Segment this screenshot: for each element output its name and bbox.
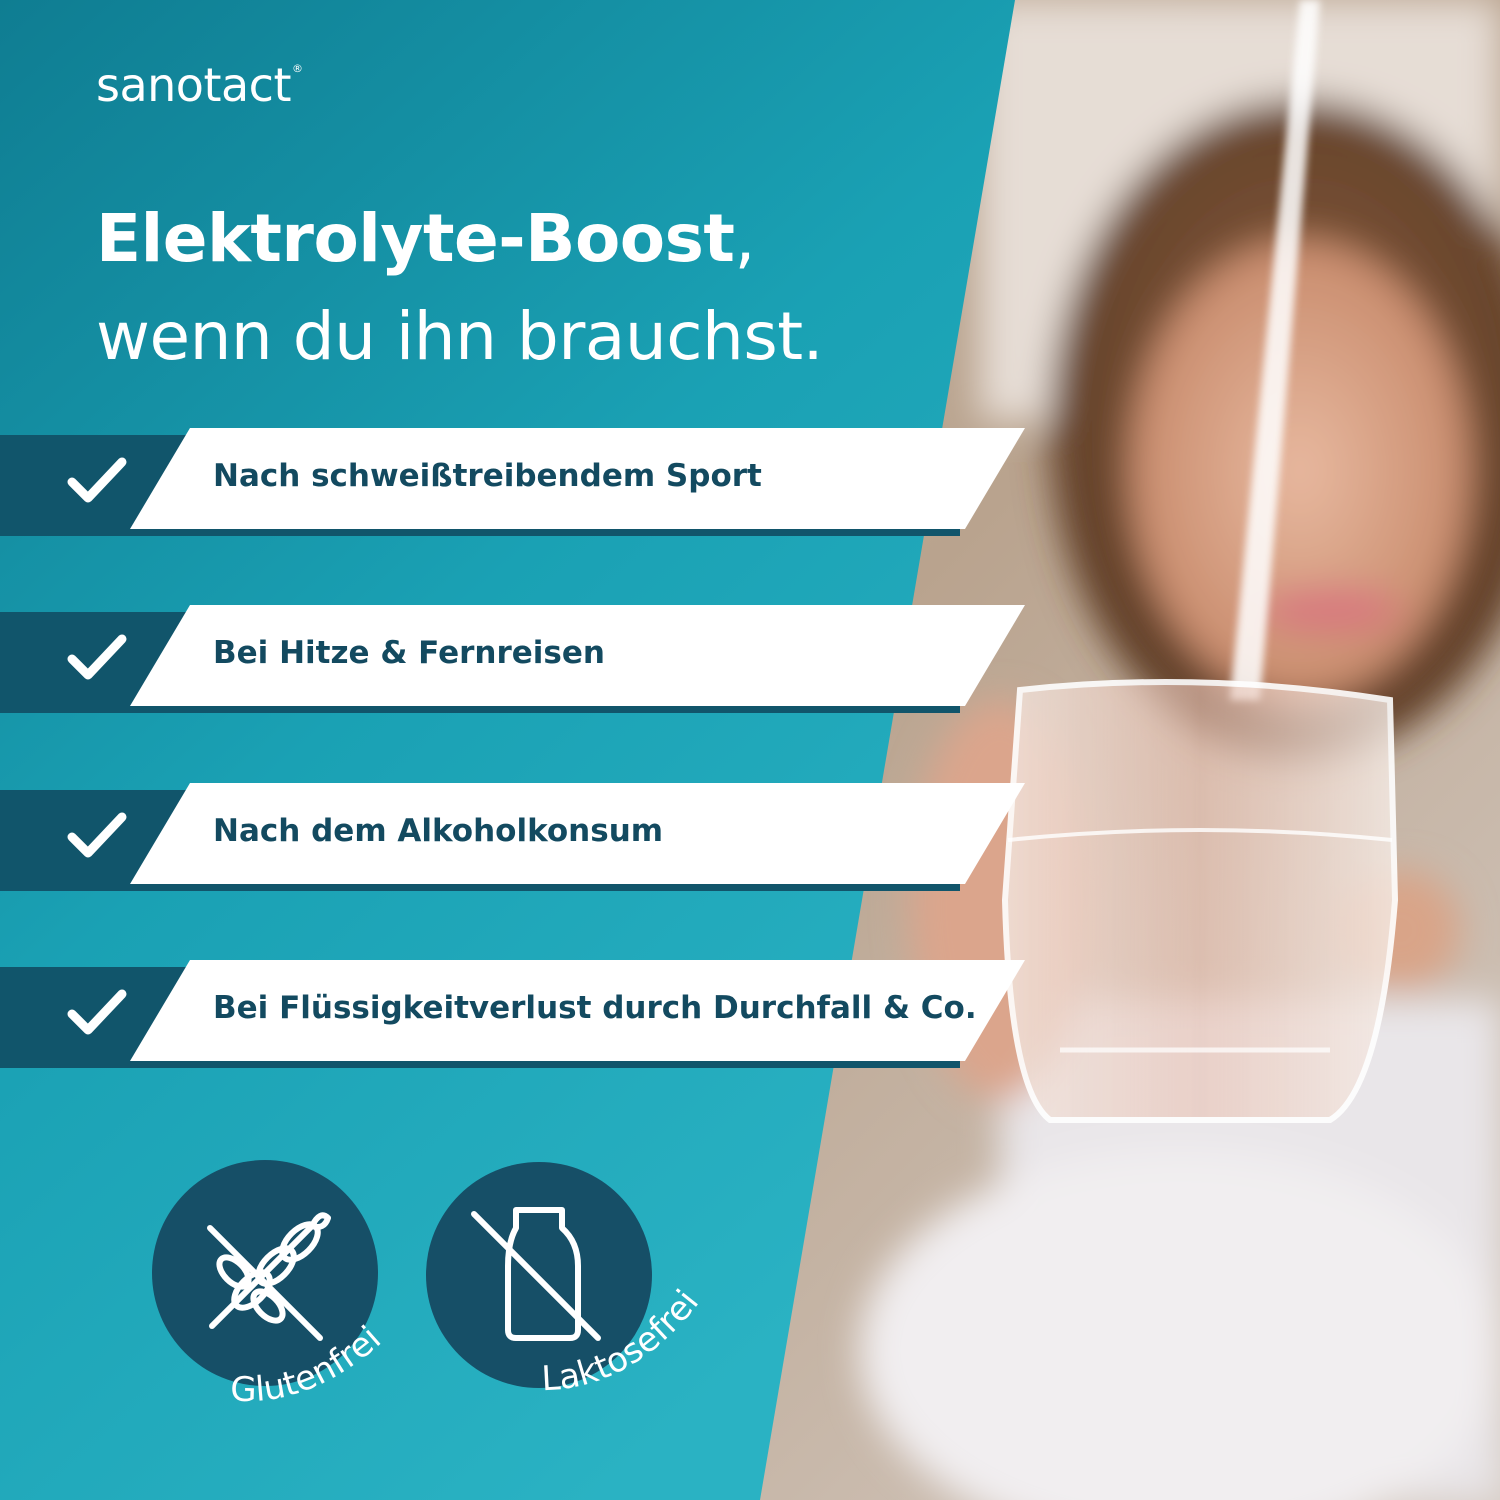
registered-mark: ® bbox=[292, 62, 303, 75]
headline-comma: , bbox=[734, 200, 755, 277]
check-icon bbox=[67, 634, 127, 680]
headline-bold: Elektrolyte-Boost bbox=[96, 200, 735, 277]
benefit-row: Nach dem Alkoholkonsum bbox=[0, 783, 1030, 893]
lactose-free-text: Laktosefrei bbox=[540, 1282, 707, 1399]
brand-logo: sanotact® bbox=[96, 58, 303, 112]
benefit-row: Bei Hitze & Fernreisen bbox=[0, 605, 1030, 715]
check-icon bbox=[67, 989, 127, 1035]
headline: Elektrolyte-Boost, wenn du ihn brauchst. bbox=[96, 190, 824, 386]
gluten-free-label: Glutenfrei bbox=[230, 1318, 389, 1410]
headline-line2: wenn du ihn brauchst. bbox=[96, 298, 824, 375]
lactose-free-label: Laktosefrei bbox=[540, 1282, 707, 1399]
check-icon bbox=[67, 457, 127, 503]
benefit-row: Bei Flüssigkeitverlust durch Durchfall &… bbox=[0, 960, 1030, 1070]
benefit-label: Nach dem Alkoholkonsum bbox=[213, 813, 664, 849]
benefit-label: Bei Flüssigkeitverlust durch Durchfall &… bbox=[213, 990, 977, 1026]
benefit-label: Nach schweißtreibendem Sport bbox=[213, 458, 762, 494]
svg-text:Laktosefrei: Laktosefrei bbox=[540, 1282, 707, 1399]
check-icon bbox=[67, 812, 127, 858]
svg-text:Glutenfrei: Glutenfrei bbox=[230, 1318, 389, 1410]
benefit-row: Nach schweißtreibendem Sport bbox=[0, 428, 1030, 538]
gluten-free-text: Glutenfrei bbox=[230, 1318, 389, 1410]
benefit-label: Bei Hitze & Fernreisen bbox=[213, 635, 605, 671]
brand-name: sanotact bbox=[96, 58, 292, 112]
product-banner: sanotact® Elektrolyte-Boost, wenn du ihn… bbox=[0, 0, 1500, 1500]
